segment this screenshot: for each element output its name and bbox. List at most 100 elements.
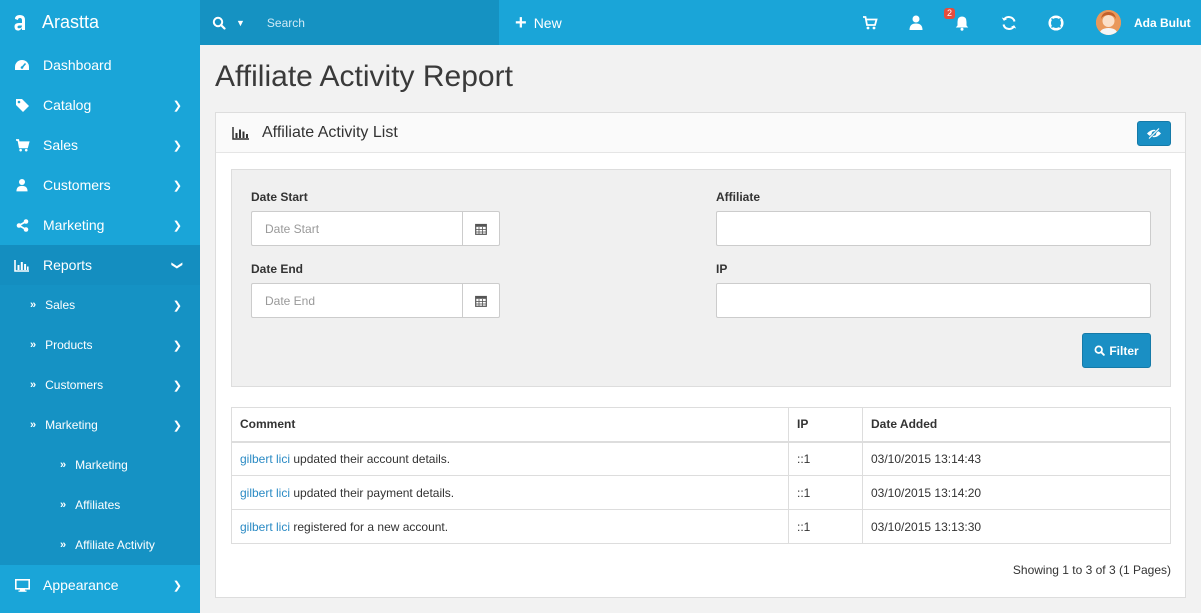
chevron-right-icon: ❯ — [172, 179, 182, 192]
table-row: gilbert lici registered for a new accoun… — [231, 509, 1171, 544]
avatar — [1096, 10, 1121, 35]
submenu-item-label: Customers — [45, 378, 104, 392]
chevron-down-icon[interactable]: ▼ — [236, 18, 245, 28]
sidebar-item-marketing[interactable]: Marketing ❯ — [0, 205, 200, 245]
activity-table: Comment IP Date Added gilbert lici updat… — [231, 407, 1171, 544]
cart-icon[interactable] — [858, 0, 882, 45]
bar-chart-icon — [14, 259, 30, 272]
new-button[interactable]: + New — [515, 0, 562, 45]
submenu-item-sales[interactable]: » Sales ❯ — [0, 285, 200, 325]
submenu-item-marketing[interactable]: » Marketing ❯ — [0, 405, 200, 445]
sidebar-item-label: Catalog — [43, 97, 92, 113]
submenu-item-affiliates[interactable]: » Affiliates — [0, 485, 200, 525]
search-bar: ▼ — [200, 0, 499, 45]
date-cell: 03/10/2015 13:14:20 — [862, 475, 1171, 510]
ip-cell: ::1 — [788, 475, 863, 510]
user-name: Ada Bulut — [1134, 15, 1191, 30]
cart-icon — [14, 138, 30, 152]
top-bar: Arastta ▼ + New 2 Ada Bulut — [0, 0, 1201, 45]
user-menu[interactable]: Ada Bulut — [1096, 0, 1191, 45]
submenu-item-label: Marketing — [45, 418, 98, 432]
sidebar-item-label: Dashboard — [43, 57, 112, 73]
date-end-input[interactable] — [251, 283, 462, 318]
panel-title: Affiliate Activity List — [262, 123, 398, 141]
sidebar-item-customers[interactable]: Customers ❯ — [0, 165, 200, 205]
ip-label: IP — [716, 262, 728, 276]
date-end-group — [251, 283, 500, 318]
table-header-row: Comment IP Date Added — [231, 407, 1171, 443]
sidebar-item-label: Appearance — [43, 577, 119, 593]
sidebar-item-label: Marketing — [43, 217, 105, 233]
submenu-item-affiliate-activity[interactable]: » Affiliate Activity — [0, 525, 200, 565]
dashboard-icon — [14, 59, 30, 71]
comment-text: registered for a new account. — [290, 519, 449, 534]
double-chevron-right-icon: » — [60, 539, 67, 551]
affiliate-link[interactable]: gilbert lici — [240, 452, 290, 466]
submenu-item-marketing-report[interactable]: » Marketing — [0, 445, 200, 485]
search-input[interactable] — [266, 15, 467, 30]
submenu-item-label: Affiliate Activity — [75, 538, 155, 552]
submenu-item-label: Products — [45, 338, 93, 352]
submenu-item-customers[interactable]: » Customers ❯ — [0, 365, 200, 405]
affiliate-link[interactable]: gilbert lici — [240, 520, 290, 534]
monitor-icon — [14, 578, 30, 592]
sidebar-item-sales[interactable]: Sales ❯ — [0, 125, 200, 165]
user-icon[interactable] — [904, 0, 928, 45]
filter-button-label: Filter — [1109, 343, 1139, 358]
user-icon — [14, 178, 30, 192]
affiliate-link[interactable]: gilbert lici — [240, 486, 290, 500]
calendar-icon[interactable] — [462, 283, 500, 318]
chevron-right-icon: ❯ — [172, 579, 182, 592]
ip-cell: ::1 — [788, 509, 863, 544]
chevron-right-icon: ❯ — [172, 379, 182, 392]
page-title: Affiliate Activity Report — [215, 60, 513, 93]
sidebar-item-reports[interactable]: Reports ❯ — [0, 245, 200, 285]
double-chevron-right-icon: » — [30, 339, 37, 351]
ip-input[interactable] — [716, 283, 1151, 318]
table-row: gilbert lici updated their payment detai… — [231, 475, 1171, 510]
comment-cell: gilbert lici updated their payment detai… — [231, 475, 789, 510]
activity-panel: Affiliate Activity List Date Start Date … — [215, 112, 1186, 598]
date-start-group — [251, 211, 500, 246]
comment-cell: gilbert lici updated their account detai… — [231, 441, 789, 476]
brand[interactable]: Arastta — [0, 0, 200, 45]
sidebar: Dashboard Catalog ❯ Sales ❯ Customers ❯ … — [0, 45, 200, 613]
search-icon[interactable] — [212, 16, 226, 30]
date-cell: 03/10/2015 13:13:30 — [862, 509, 1171, 544]
column-header-date-added[interactable]: Date Added — [862, 407, 1171, 443]
date-cell: 03/10/2015 13:14:43 — [862, 441, 1171, 476]
affiliate-input[interactable] — [716, 211, 1151, 246]
filter-button[interactable]: Filter — [1082, 333, 1151, 368]
refresh-icon[interactable] — [997, 0, 1021, 45]
bell-icon[interactable]: 2 — [944, 0, 974, 45]
sidebar-item-catalog[interactable]: Catalog ❯ — [0, 85, 200, 125]
double-chevron-right-icon: » — [60, 499, 67, 511]
chevron-right-icon: ❯ — [172, 419, 182, 432]
support-icon[interactable] — [1044, 0, 1068, 45]
eye-slash-icon — [1147, 128, 1161, 139]
ip-cell: ::1 — [788, 441, 863, 476]
sidebar-item-appearance[interactable]: Appearance ❯ — [0, 565, 200, 605]
reports-submenu: » Sales ❯ » Products ❯ » Customers ❯ » M… — [0, 285, 200, 565]
affiliate-label: Affiliate — [716, 190, 761, 204]
comment-text: updated their account details. — [290, 451, 451, 466]
comment-text: updated their payment details. — [290, 485, 455, 500]
comment-cell: gilbert lici registered for a new accoun… — [231, 509, 789, 544]
submenu-item-label: Marketing — [75, 458, 128, 472]
toggle-visibility-button[interactable] — [1137, 121, 1171, 146]
sidebar-item-dashboard[interactable]: Dashboard — [0, 45, 200, 85]
submenu-item-products[interactable]: » Products ❯ — [0, 325, 200, 365]
double-chevron-right-icon: » — [30, 419, 37, 431]
chevron-right-icon: ❯ — [172, 339, 182, 352]
sidebar-item-label: Reports — [43, 257, 93, 273]
calendar-icon[interactable] — [462, 211, 500, 246]
column-header-comment[interactable]: Comment — [231, 407, 789, 443]
filter-box: Date Start Date End Affiliate IP Filter — [231, 169, 1171, 387]
chevron-right-icon: ❯ — [172, 299, 182, 312]
date-start-label: Date Start — [251, 190, 308, 204]
date-start-input[interactable] — [251, 211, 462, 246]
column-header-ip[interactable]: IP — [788, 407, 863, 443]
new-label: New — [533, 14, 562, 31]
sidebar-item-label: Customers — [43, 177, 111, 193]
chevron-right-icon: ❯ — [172, 99, 182, 112]
